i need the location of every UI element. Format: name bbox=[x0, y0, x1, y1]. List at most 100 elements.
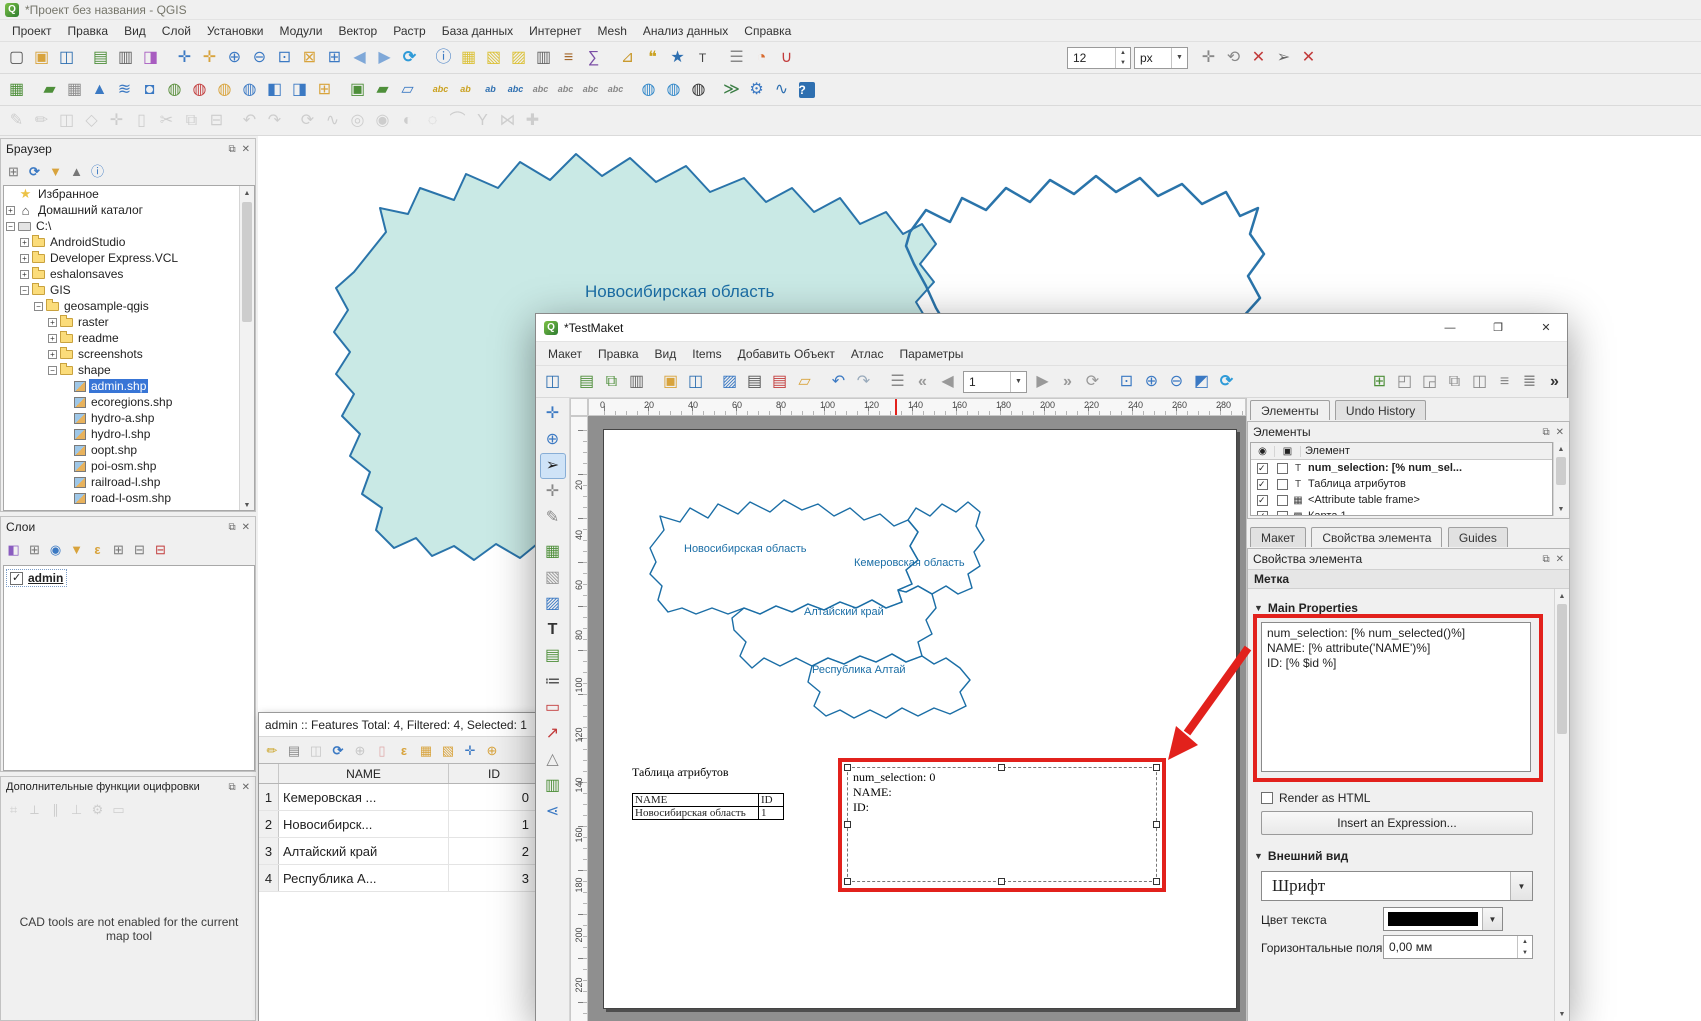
style-manager-icon[interactable]: ◨ bbox=[138, 45, 163, 70]
float-panel-icon[interactable]: ⧉ bbox=[1542, 427, 1549, 438]
cell-id[interactable]: 3 bbox=[449, 865, 539, 891]
remove-layer-icon[interactable]: ⊟ bbox=[150, 539, 171, 560]
zoom-in-icon[interactable]: ⊕ bbox=[222, 45, 247, 70]
layout-menu-item[interactable]: Items bbox=[684, 344, 729, 364]
raise-items-icon[interactable]: ◰ bbox=[1392, 369, 1417, 394]
toolbar-overflow-icon[interactable]: » bbox=[1542, 369, 1567, 394]
split-features-icon[interactable]: Y bbox=[470, 108, 495, 133]
cell-id[interactable]: 0 bbox=[449, 784, 539, 810]
identify-icon[interactable]: ⓘ bbox=[431, 45, 456, 70]
layout-menu-item[interactable]: Вид bbox=[647, 344, 685, 364]
add-wfs-icon[interactable]: ◨ bbox=[287, 77, 312, 102]
close-button[interactable]: ✕ bbox=[1525, 315, 1567, 341]
help-icon[interactable]: ? bbox=[794, 77, 819, 102]
lock-items-icon[interactable]: ◫ bbox=[1467, 369, 1492, 394]
duplicate-layout-icon[interactable]: ⧉ bbox=[599, 369, 624, 394]
edit-nodes-icon[interactable]: ✎ bbox=[540, 505, 566, 531]
expand-toggle-icon[interactable]: + bbox=[20, 238, 29, 247]
font-size-spinner[interactable]: 12 ▲▼ bbox=[1067, 47, 1131, 69]
zoom-last-icon[interactable]: ◀ bbox=[347, 45, 372, 70]
atlas-prev-icon[interactable]: ◀ bbox=[935, 369, 960, 394]
browser-tree-item[interactable]: + eshalonsaves bbox=[20, 266, 254, 282]
tab-layout[interactable]: Макет bbox=[1250, 527, 1306, 547]
zoom-in-layout-icon[interactable]: ⊕ bbox=[1139, 369, 1164, 394]
vertex-tool-icon[interactable]: ✚ bbox=[520, 108, 545, 133]
cad-floater-icon[interactable]: ▭ bbox=[108, 799, 129, 820]
row-number[interactable]: 2 bbox=[259, 811, 279, 837]
render-html-row[interactable]: Render as HTML bbox=[1261, 791, 1370, 805]
add-node-shape-icon[interactable]: △ bbox=[540, 747, 566, 773]
scroll-down-icon[interactable]: ▼ bbox=[1555, 1007, 1569, 1021]
item-lock-checkbox[interactable] bbox=[1277, 495, 1288, 506]
add-3d-map-icon[interactable]: ▧ bbox=[540, 565, 566, 591]
layout-canvas[interactable]: Новосибирская область Кемеровская област… bbox=[588, 416, 1246, 1021]
page-number-combo[interactable]: 1 ▼ bbox=[963, 371, 1027, 393]
add-pages-icon[interactable]: ⊞ bbox=[1367, 369, 1392, 394]
expand-toggle-icon[interactable]: + bbox=[48, 334, 57, 343]
add-xyz-icon[interactable]: ⊞ bbox=[312, 77, 337, 102]
atlas-last-icon[interactable]: » bbox=[1055, 369, 1080, 394]
export-svg-icon[interactable]: ▱ bbox=[792, 369, 817, 394]
spin-up-icon[interactable]: ▲ bbox=[1116, 48, 1130, 58]
browser-tree-item[interactable]: − C:\ bbox=[6, 218, 254, 234]
pin-label-icon[interactable]: ✕ bbox=[1246, 45, 1271, 70]
align-items-icon[interactable]: ≡ bbox=[1492, 369, 1517, 394]
float-panel-icon[interactable]: ⧉ bbox=[228, 782, 235, 793]
export-pdf-icon[interactable]: ▤ bbox=[767, 369, 792, 394]
browser-tree-item[interactable]: + AndroidStudio bbox=[20, 234, 254, 250]
add-legend-icon[interactable]: ▤ bbox=[540, 643, 566, 669]
plot-icon[interactable]: ∿ bbox=[769, 77, 794, 102]
scroll-down-icon[interactable]: ▼ bbox=[240, 498, 254, 511]
browser-tree-item[interactable]: + raster bbox=[48, 314, 254, 330]
cut-features-icon[interactable]: ✂ bbox=[154, 108, 179, 133]
maximize-button[interactable]: ❐ bbox=[1477, 315, 1519, 341]
reshape-icon[interactable]: ⌒ bbox=[445, 108, 470, 133]
menu-item[interactable]: Установки bbox=[199, 21, 271, 41]
scroll-thumb[interactable] bbox=[1556, 457, 1566, 485]
measure-icon[interactable]: ⊿ bbox=[615, 45, 640, 70]
corner-header[interactable] bbox=[259, 764, 279, 783]
select-by-expression-icon[interactable]: ε bbox=[393, 739, 415, 761]
text-color-picker[interactable]: ▼ bbox=[1383, 907, 1503, 931]
cad-perpendicular-icon[interactable]: ⊥ bbox=[66, 799, 87, 820]
expand-toggle-icon[interactable]: + bbox=[6, 206, 15, 215]
current-edits-icon[interactable]: ✎ bbox=[4, 108, 29, 133]
group-items-icon[interactable]: ⧉ bbox=[1442, 369, 1467, 394]
export-image-icon[interactable]: ▨ bbox=[717, 369, 742, 394]
items-scrollbar[interactable]: ▲ ▼ bbox=[1553, 442, 1568, 516]
scroll-up-icon[interactable]: ▲ bbox=[1554, 442, 1568, 456]
add-arrow-icon[interactable]: ↗ bbox=[540, 721, 566, 747]
zoom-full-icon[interactable]: ⊡ bbox=[272, 45, 297, 70]
layout-manager-icon[interactable]: ▥ bbox=[624, 369, 649, 394]
main-properties-section[interactable]: ▼ Main Properties bbox=[1254, 601, 1358, 615]
layout-menu-item[interactable]: Правка bbox=[590, 344, 647, 364]
browser-tree-item[interactable]: + screenshots bbox=[48, 346, 254, 362]
deselect-icon[interactable]: ▨ bbox=[506, 45, 531, 70]
row-number[interactable]: 3 bbox=[259, 838, 279, 864]
fill-ring-icon[interactable]: ◐ bbox=[395, 108, 420, 133]
scroll-down-icon[interactable]: ▼ bbox=[1554, 502, 1568, 516]
refresh-view-icon[interactable]: ⟳ bbox=[1214, 369, 1239, 394]
map-themes-icon[interactable]: ◉ bbox=[45, 539, 66, 560]
font-selector[interactable]: Шрифт ▼ bbox=[1261, 871, 1533, 901]
float-panel-icon[interactable]: ⧉ bbox=[228, 144, 235, 155]
tab-undo-history[interactable]: Undo History bbox=[1335, 400, 1426, 420]
add-table-icon[interactable]: ▥ bbox=[540, 773, 566, 799]
new-shapefile-icon[interactable]: ▰ bbox=[370, 77, 395, 102]
menu-item[interactable]: Растр bbox=[385, 21, 433, 41]
cell-name[interactable]: Республика А... bbox=[279, 865, 449, 891]
layer-labeling-icon[interactable]: abc bbox=[428, 77, 453, 102]
layout-menu-item[interactable]: Макет bbox=[540, 344, 590, 364]
float-panel-icon[interactable]: ⧉ bbox=[228, 522, 235, 533]
browser-scrollbar[interactable]: ▲ ▼ bbox=[239, 186, 254, 511]
item-lock-checkbox[interactable] bbox=[1277, 463, 1288, 474]
pan-selection-icon[interactable]: ✛ bbox=[197, 45, 222, 70]
insert-expression-button[interactable]: Insert an Expression... bbox=[1261, 811, 1533, 835]
spinner-arrows[interactable]: ▲▼ bbox=[1115, 48, 1130, 68]
invert-selection-icon[interactable]: ▧ bbox=[437, 739, 459, 761]
item-lock-checkbox[interactable] bbox=[1277, 479, 1288, 490]
copy-features-icon[interactable]: ⧉ bbox=[179, 108, 204, 133]
new-virtual-layer-icon[interactable]: ▱ bbox=[395, 77, 420, 102]
tab-guides[interactable]: Guides bbox=[1448, 527, 1508, 547]
toggle-edit-mode-icon[interactable]: ✏ bbox=[261, 739, 283, 761]
